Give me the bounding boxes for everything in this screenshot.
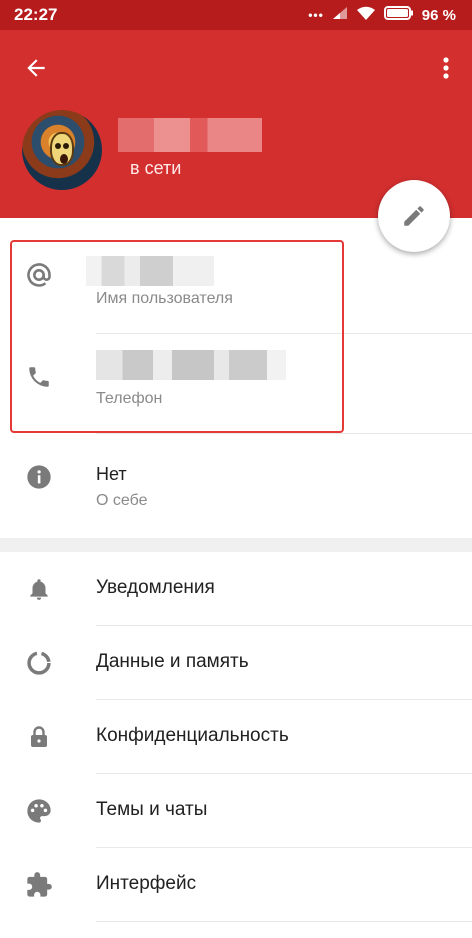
- online-status: в сети: [130, 158, 182, 178]
- settings-item-label: Конфиденциальность: [96, 725, 289, 746]
- highlight-frame: [10, 240, 344, 433]
- settings-item-notifications[interactable]: Уведомления: [0, 552, 472, 626]
- status-bar: 22:27 ••• 96 %: [0, 0, 472, 30]
- bell-icon: [24, 574, 54, 604]
- data-usage-icon: [24, 648, 54, 678]
- more-vert-icon: [443, 57, 449, 79]
- battery-icon: [383, 6, 414, 24]
- battery-percent: 96 %: [421, 6, 456, 24]
- settings-item-label: Интерфейс: [96, 873, 197, 894]
- settings-item-label: Уведомления: [96, 577, 215, 598]
- settings-item-label: Данные и память: [96, 651, 249, 672]
- lock-icon: [24, 722, 54, 752]
- settings-item-data-storage[interactable]: Данные и память: [0, 626, 472, 700]
- avatar-face-graphic: [50, 132, 74, 166]
- notification-dots: •••: [308, 8, 324, 22]
- avatar[interactable]: [22, 110, 102, 190]
- bio-row[interactable]: Нет О себе: [0, 434, 472, 538]
- edit-profile-button[interactable]: [378, 180, 450, 252]
- puzzle-icon: [24, 870, 54, 900]
- more-options-button[interactable]: [434, 52, 458, 84]
- status-indicators: ••• 96 %: [308, 5, 456, 25]
- section-divider: [0, 538, 472, 552]
- bio-value: Нет: [96, 464, 127, 484]
- settings-item-themes-chats[interactable]: Темы и чаты: [0, 774, 472, 848]
- settings-item-label: Темы и чаты: [96, 799, 208, 820]
- settings-item-interface[interactable]: Интерфейс: [0, 848, 472, 922]
- arrow-back-icon: [27, 59, 45, 77]
- signal-icon: [332, 6, 348, 24]
- back-button[interactable]: [20, 52, 52, 84]
- settings-item-privacy[interactable]: Конфиденциальность: [0, 700, 472, 774]
- profile-name-blurred: [118, 118, 262, 152]
- bio-label: О себе: [96, 492, 148, 509]
- status-time: 22:27: [14, 5, 58, 24]
- info-icon: [24, 462, 54, 492]
- palette-icon: [24, 796, 54, 826]
- wifi-icon: [356, 5, 376, 25]
- pencil-icon: [404, 206, 424, 226]
